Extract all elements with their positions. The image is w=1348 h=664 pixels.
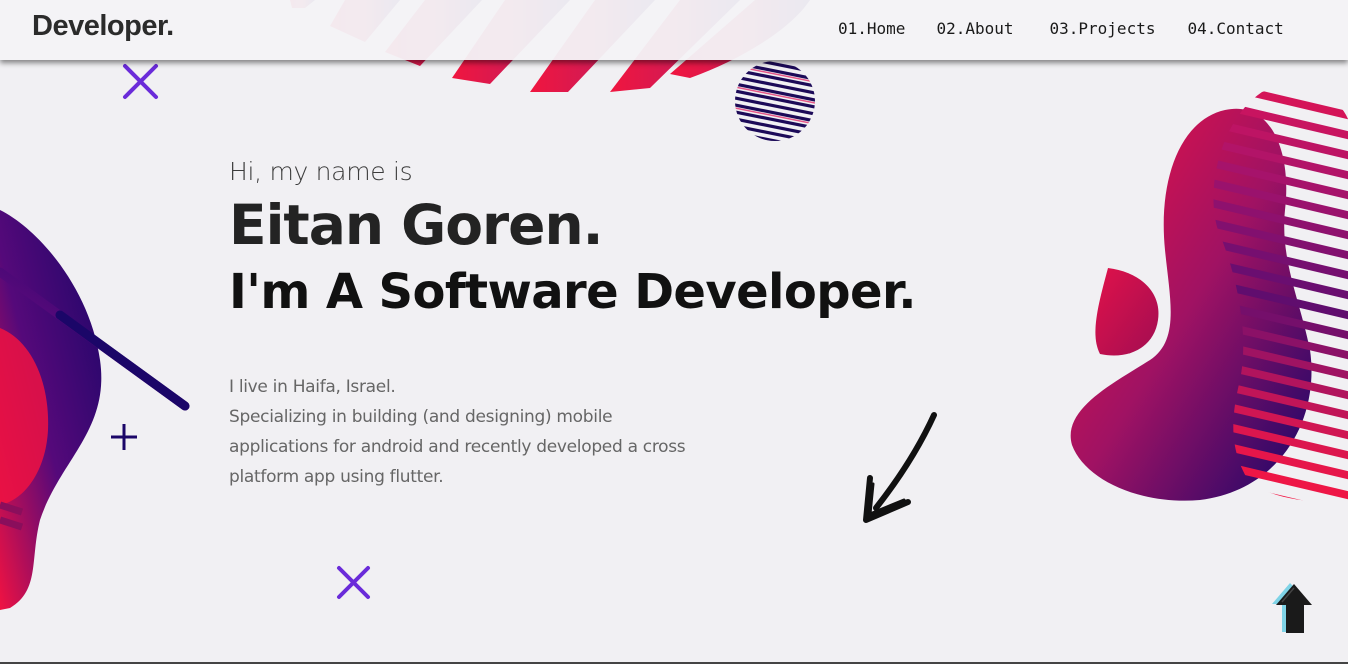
hero-section: Hi, my name is Eitan Goren. I'm A Softwa… <box>229 157 916 492</box>
bio-line: I live in Haifa, Israel. <box>229 377 396 397</box>
nav-home-link[interactable]: 01.Home <box>838 19 905 38</box>
greeting-text: Hi, my name is <box>229 157 413 186</box>
hero-role: I'm A Software Developer. <box>229 264 916 320</box>
arrow-down-left-icon[interactable] <box>858 410 942 528</box>
bio-line: applications for android and recently de… <box>229 437 686 457</box>
nav-about-link[interactable]: 02.About <box>936 19 1013 38</box>
site-header: Developer. 01.Home 02.About 03.Projects … <box>0 0 1348 60</box>
nav-projects-link[interactable]: 03.Projects <box>1050 19 1156 38</box>
bio-line: Specializing in building (and designing)… <box>229 407 613 427</box>
hero-bio: I live in Haifa, Israel. Specializing in… <box>229 372 729 492</box>
brand-logo[interactable]: Developer. <box>32 10 174 43</box>
main-nav: 01.Home 02.About 03.Projects 04.Contact <box>838 19 1284 38</box>
bio-line: platform app using flutter. <box>229 467 444 487</box>
hero-name: Eitan Goren. <box>229 193 604 257</box>
arrow-up-icon[interactable] <box>1268 580 1316 636</box>
nav-contact-link[interactable]: 04.Contact <box>1187 19 1283 38</box>
